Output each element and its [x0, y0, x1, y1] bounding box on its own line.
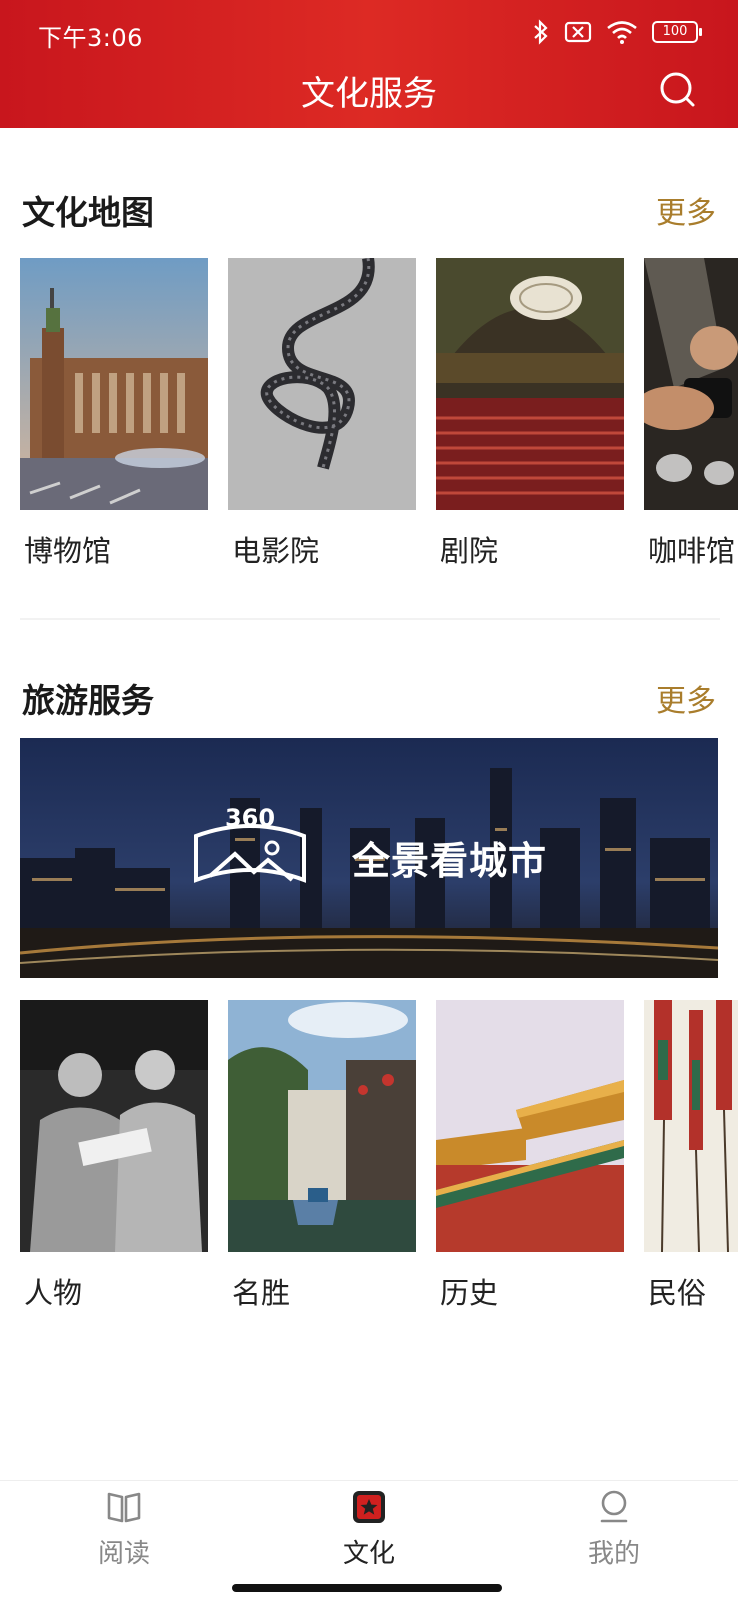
museum-image: [20, 258, 208, 510]
culture-map-more-link[interactable]: 更多: [656, 188, 716, 232]
page-title: 文化服务: [301, 74, 437, 114]
cafe-label: 咖啡馆: [648, 534, 736, 568]
theater-label: 剧院: [440, 534, 499, 568]
status-icons: 100: [532, 18, 702, 46]
app-header: 下午3:06 100 文化服务: [0, 0, 738, 128]
history-image: [436, 1000, 624, 1252]
people-image: [20, 1000, 208, 1252]
panorama-360-icon: 360: [194, 804, 306, 883]
cafe-card[interactable]: [644, 258, 738, 510]
panorama-badge: 360: [225, 804, 275, 832]
museum-card[interactable]: [20, 258, 208, 510]
nav-culture-label: 文化: [342, 1539, 395, 1569]
theater-image: [436, 258, 624, 510]
people-label: 人物: [24, 1276, 83, 1310]
status-time: 下午3:06: [38, 24, 143, 52]
panorama-banner[interactable]: 360 全景看城市: [20, 738, 718, 978]
people-card[interactable]: [20, 1000, 208, 1252]
panorama-banner-text: 全景看城市: [352, 839, 548, 883]
scenic-card[interactable]: [228, 1000, 416, 1252]
nav-read-label: 阅读: [97, 1539, 150, 1569]
bottom-nav: 阅读 文化 我的: [0, 1480, 738, 1601]
cinema-image: [228, 258, 416, 510]
museum-label: 博物馆: [24, 534, 112, 568]
travel-service-title: 旅游服务: [22, 681, 154, 720]
nav-culture[interactable]: 文化: [269, 1481, 469, 1581]
cafe-image: [644, 258, 738, 510]
nav-mine[interactable]: 我的: [514, 1481, 714, 1581]
nav-read[interactable]: 阅读: [24, 1481, 224, 1581]
wifi-icon: [607, 21, 637, 44]
folk-card[interactable]: [644, 1000, 738, 1252]
folk-label: 民俗: [648, 1276, 707, 1310]
bluetooth-icon: [534, 19, 548, 45]
travel-service-more-link[interactable]: 更多: [656, 676, 716, 720]
culture-map-title: 文化地图: [22, 193, 154, 232]
search-icon[interactable]: [658, 70, 698, 110]
no-sim-icon: [564, 21, 592, 43]
section-divider: [20, 618, 720, 620]
home-indicator[interactable]: [232, 1584, 502, 1592]
battery-icon: 100: [652, 21, 702, 43]
theater-card[interactable]: [436, 258, 624, 510]
nav-mine-label: 我的: [587, 1539, 640, 1569]
scenic-image: [228, 1000, 416, 1252]
book-icon: [107, 1492, 141, 1523]
history-label: 历史: [440, 1276, 499, 1310]
scenic-label: 名胜: [232, 1276, 291, 1310]
history-card[interactable]: [436, 1000, 624, 1252]
folk-image: [644, 1000, 738, 1252]
battery-level: 100: [662, 24, 688, 39]
star-tile-icon: [353, 1491, 385, 1523]
person-icon: [600, 1490, 628, 1523]
cinema-label: 电影院: [232, 534, 320, 568]
cinema-card[interactable]: [228, 258, 416, 510]
